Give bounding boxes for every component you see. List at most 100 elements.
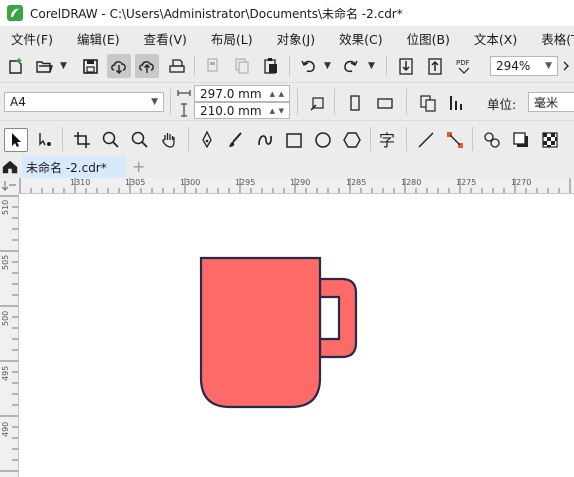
landscape-icon[interactable] — [373, 91, 397, 115]
text-tool-icon[interactable]: 字 — [376, 128, 400, 152]
svg-text:PDF: PDF — [456, 59, 470, 67]
blend-tool-icon[interactable] — [480, 128, 504, 152]
ruler-origin[interactable] — [0, 178, 19, 194]
chevron-down-icon: ▼ — [151, 97, 158, 107]
page-height-value: 210.0 mm — [200, 103, 262, 118]
undo-icon[interactable] — [296, 54, 320, 78]
undo-dropdown-arrow[interactable]: ▼ — [324, 61, 331, 71]
pen-tool-icon[interactable] — [195, 128, 219, 152]
toolbar-separator — [370, 127, 371, 151]
property-bar: A4 ▼ 297.0 mm ▲ ▲ 210.0 mm ▲ ▼ 单位: 毫米 — [0, 82, 574, 121]
hruler-label: 1305 — [125, 178, 146, 187]
hruler-label: 1295 — [235, 178, 256, 187]
menu-effects[interactable]: 效果(C) — [328, 29, 382, 48]
units-label: 单位: — [487, 97, 517, 112]
import-icon[interactable] — [394, 54, 418, 78]
horizontal-ruler[interactable]: 1310 1305 1300 1295 1290 1285 1280 1275 … — [18, 178, 574, 194]
cut-icon[interactable] — [201, 54, 225, 78]
zoom-tool-icon[interactable] — [99, 128, 123, 152]
drawing-canvas[interactable] — [19, 194, 574, 477]
pan-tool-icon[interactable] — [157, 128, 181, 152]
pick-tool-icon[interactable] — [4, 128, 28, 152]
hruler-label: 1310 — [70, 178, 91, 187]
toolbar-separator — [62, 127, 63, 151]
artistic-media-tool-icon[interactable] — [224, 128, 248, 152]
connector-tool-icon[interactable] — [443, 128, 467, 152]
chevron-down-icon: ▼ — [545, 61, 552, 71]
document-tab-bar: 未命名 -2.cdr* + — [0, 156, 574, 178]
vertical-ruler[interactable]: 510 505 500 495 490 — [0, 193, 19, 477]
mug-handle[interactable] — [318, 277, 358, 359]
current-page-icon[interactable] — [445, 91, 469, 115]
cloud-download-icon[interactable] — [107, 54, 131, 78]
mug-body[interactable] — [199, 256, 322, 409]
zoom-level-combo[interactable]: 294% ▼ — [490, 56, 558, 76]
drop-shadow-tool-icon[interactable] — [509, 128, 533, 152]
paste-icon[interactable] — [259, 54, 283, 78]
toolbox: 字 — [0, 120, 574, 157]
copy-icon[interactable] — [230, 54, 254, 78]
page-height-icon — [176, 102, 192, 118]
rectangle-tool-icon[interactable] — [282, 128, 306, 152]
open-icon[interactable] — [32, 54, 56, 78]
svg-text:字: 字 — [379, 131, 395, 150]
vruler-label: 505 — [1, 254, 10, 270]
new-icon[interactable] — [4, 54, 28, 78]
portrait-icon[interactable] — [343, 91, 367, 115]
shape-tool-icon[interactable] — [33, 128, 57, 152]
more-icon[interactable] — [560, 54, 574, 78]
tab-document-label: 未命名 -2.cdr* — [26, 160, 107, 175]
menu-object[interactable]: 对象(J) — [266, 29, 315, 48]
curve-tool-icon[interactable] — [253, 128, 277, 152]
toolbar-separator — [170, 89, 171, 115]
menu-layout[interactable]: 布局(L) — [200, 29, 253, 48]
menu-text[interactable]: 文本(X) — [463, 29, 517, 48]
spin-up-icon[interactable]: ▲ — [270, 90, 275, 98]
mug-drawing[interactable] — [19, 194, 574, 477]
page-width-field[interactable]: 297.0 mm ▲ ▲ — [194, 85, 290, 102]
zoom-level-value: 294% — [496, 59, 531, 73]
open-dropdown-arrow[interactable]: ▼ — [60, 61, 67, 71]
zoom-out-tool-icon[interactable] — [128, 128, 152, 152]
transparency-tool-icon[interactable] — [538, 128, 562, 152]
spin-down-icon[interactable]: ▲ — [279, 90, 284, 98]
page-height-field[interactable]: 210.0 mm ▲ ▼ — [194, 102, 290, 119]
redo-dropdown-arrow[interactable]: ▼ — [368, 61, 375, 71]
menu-bar: 文件(F) 编辑(E) 查看(V) 布局(L) 对象(J) 效果(C) 位图(B… — [0, 26, 574, 50]
menu-bitmaps[interactable]: 位图(B) — [396, 29, 450, 48]
toolbar-separator — [188, 127, 189, 151]
polygon-tool-icon[interactable] — [340, 128, 364, 152]
spin-up-icon[interactable]: ▲ — [270, 107, 275, 115]
all-pages-icon[interactable] — [416, 91, 440, 115]
hruler-label: 1280 — [401, 178, 422, 187]
menu-table[interactable]: 表格(T) — [530, 29, 574, 48]
units-combo[interactable]: 毫米 — [528, 92, 574, 112]
add-tab-icon[interactable]: + — [132, 157, 145, 176]
page-orientation-icon[interactable] — [306, 91, 330, 115]
ellipse-tool-icon[interactable] — [311, 128, 335, 152]
vruler-label: 500 — [1, 310, 10, 326]
menu-edit[interactable]: 编辑(E) — [66, 29, 120, 48]
spin-down-icon[interactable]: ▼ — [279, 107, 284, 115]
toolbar-separator — [472, 127, 473, 151]
standard-toolbar: ▼ ▼ ▼ PDF 294% ▼ — [0, 50, 574, 82]
hruler-label: 1275 — [456, 178, 477, 187]
hruler-label: 1285 — [346, 178, 367, 187]
menu-view[interactable]: 查看(V) — [133, 29, 187, 48]
home-icon[interactable] — [0, 157, 20, 177]
toolbar-separator — [194, 56, 195, 76]
line-tool-icon[interactable] — [414, 128, 438, 152]
save-icon[interactable] — [78, 54, 102, 78]
vruler-label: 495 — [1, 365, 10, 381]
print-icon[interactable] — [165, 54, 189, 78]
pdf-icon[interactable]: PDF — [452, 54, 476, 78]
more-tools-icon[interactable] — [566, 128, 574, 152]
hruler-label: 1270 — [511, 178, 532, 187]
page-size-combo[interactable]: A4 ▼ — [4, 92, 164, 112]
redo-icon[interactable] — [339, 54, 363, 78]
crop-tool-icon[interactable] — [70, 128, 94, 152]
tab-document[interactable]: 未命名 -2.cdr* — [22, 156, 126, 178]
cloud-upload-icon[interactable] — [135, 54, 159, 78]
export-icon[interactable] — [423, 54, 447, 78]
menu-file[interactable]: 文件(F) — [0, 29, 53, 48]
